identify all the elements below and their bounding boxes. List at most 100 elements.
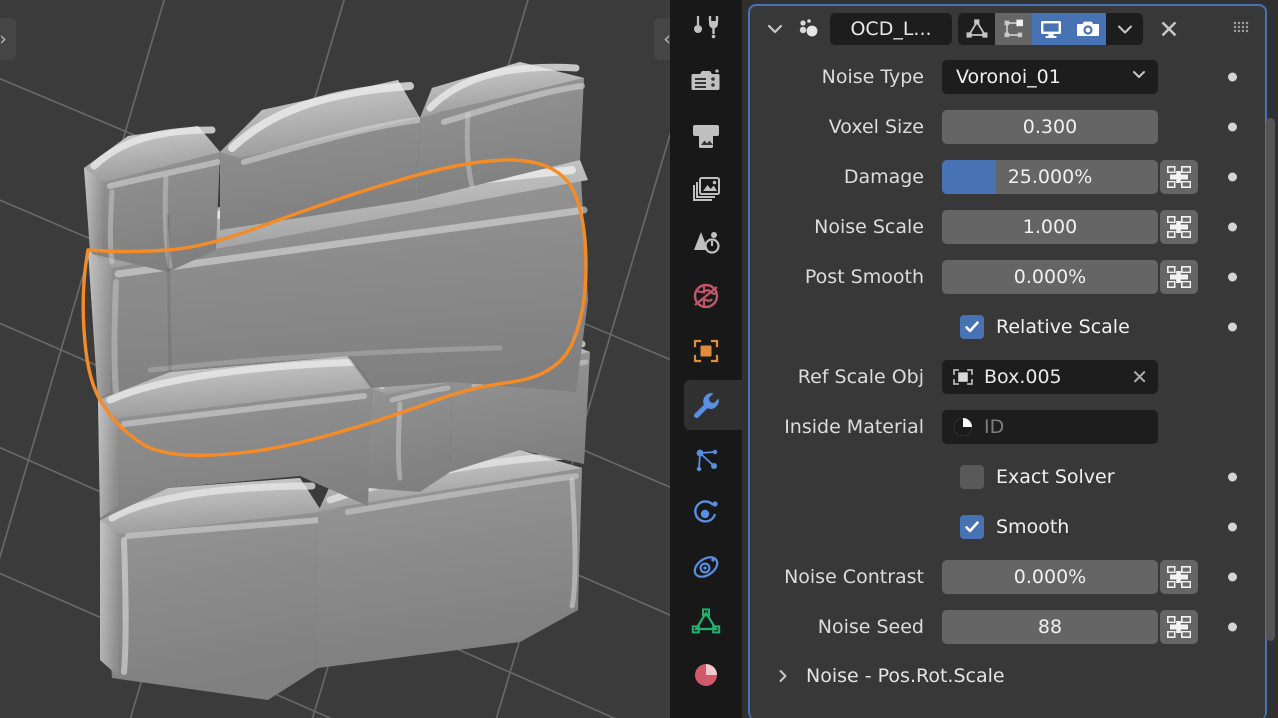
drag-handle-icon[interactable]	[1229, 17, 1253, 41]
object-data-icon	[948, 364, 978, 390]
property-widget-post-smooth: 0.000%	[942, 260, 1198, 294]
modifier-name-field[interactable]: OCD_L...	[830, 13, 952, 45]
property-row-inside-material: Inside Material ID	[750, 402, 1265, 452]
checkbox-exact-solver[interactable]	[960, 465, 984, 489]
property-widget-inside-material: ID	[942, 410, 1158, 444]
tab-modifier[interactable]	[670, 378, 742, 432]
node-input-button-noise-seed[interactable]	[1160, 610, 1198, 644]
properties-editor: OCD_L... ✕ Noise Type Voronoi_01 Voxel S…	[742, 0, 1278, 718]
number-field-noise-seed[interactable]: 88	[942, 610, 1158, 644]
clear-icon[interactable]: ✕	[1131, 367, 1148, 387]
property-row-exact-solver: Exact Solver	[750, 452, 1265, 502]
animate-decorator-dot-post-smooth[interactable]	[1228, 272, 1237, 282]
number-value: 0.000%	[1013, 566, 1087, 588]
id-field-value: ID	[984, 416, 1005, 438]
on-cage-icon[interactable]	[995, 13, 1032, 45]
animate-decorator-dot-noise-contrast[interactable]	[1228, 572, 1237, 582]
id-field-ref-scale-obj[interactable]: Box.005 ✕	[942, 360, 1158, 394]
tab-scene[interactable]	[670, 216, 742, 270]
animate-decorator-dot-noise-seed[interactable]	[1228, 622, 1237, 632]
tab-particles[interactable]	[670, 432, 742, 486]
properties-scrollbar[interactable]	[1266, 118, 1275, 641]
animate-decorator-dot-voxel-size[interactable]	[1228, 122, 1237, 132]
property-row-voxel-size: Voxel Size 0.300	[750, 102, 1265, 152]
tab-constraints[interactable]	[670, 540, 742, 594]
property-row-noise-type: Noise Type Voronoi_01	[750, 52, 1265, 102]
dropdown-noise-type[interactable]: Voronoi_01	[942, 60, 1158, 94]
object-data-icon	[691, 607, 721, 635]
property-widget-damage: 25.000%	[942, 160, 1198, 194]
property-label-noise-scale: Noise Scale	[814, 216, 924, 238]
number-field-post-smooth[interactable]: 0.000%	[942, 260, 1158, 294]
property-row-noise-seed: Noise Seed 88	[750, 602, 1265, 652]
physics-icon	[691, 498, 721, 528]
camera-icon[interactable]	[1069, 13, 1106, 45]
slider-field-damage[interactable]: 25.000%	[942, 160, 1158, 194]
edit-mode-icon[interactable]	[958, 13, 995, 45]
modifier-display-toggles	[958, 13, 1143, 45]
monitor-icon[interactable]	[1032, 13, 1069, 45]
property-widget-voxel-size: 0.300	[942, 110, 1158, 144]
property-row-post-smooth: Post Smooth 0.000%	[750, 252, 1265, 302]
node-input-button-noise-contrast[interactable]	[1160, 560, 1198, 594]
tab-render[interactable]	[670, 54, 742, 108]
property-widget-noise-contrast: 0.000%	[942, 560, 1198, 594]
animate-decorator-dot-exact-solver[interactable]	[1228, 472, 1237, 482]
node-input-button-noise-scale[interactable]	[1160, 210, 1198, 244]
checkbox-label: Smooth	[996, 516, 1070, 538]
animate-decorator-dot-noise-type[interactable]	[1228, 72, 1237, 82]
property-label-voxel-size: Voxel Size	[828, 116, 924, 138]
checkbox-smooth[interactable]	[960, 515, 984, 539]
property-label-damage: Damage	[843, 166, 924, 188]
tab-material[interactable]	[670, 648, 742, 702]
chevron-down-icon[interactable]	[760, 14, 790, 44]
modifier-extras-dropdown[interactable]	[1106, 13, 1143, 45]
output-icon	[691, 120, 721, 150]
tab-tool[interactable]	[670, 0, 742, 54]
tab-object-data[interactable]	[670, 594, 742, 648]
property-label-noise-type: Noise Type	[821, 66, 924, 88]
property-row-smooth: Smooth	[750, 502, 1265, 552]
property-row-noise-contrast: Noise Contrast 0.000%	[750, 552, 1265, 602]
node-input-button-damage[interactable]	[1160, 160, 1198, 194]
node-input-button-post-smooth[interactable]	[1160, 260, 1198, 294]
tab-physics[interactable]	[670, 486, 742, 540]
animate-decorator-dot-smooth[interactable]	[1228, 522, 1237, 532]
animate-decorator-dot-relative-scale[interactable]	[1228, 322, 1237, 332]
tab-view-layer[interactable]	[670, 162, 742, 216]
animate-decorator-dot-damage[interactable]	[1228, 172, 1237, 182]
properties-tab-strip	[670, 0, 742, 718]
tab-output[interactable]	[670, 108, 742, 162]
subpanel-noise-pos-rot-scale[interactable]: Noise - Pos.Rot.Scale	[750, 652, 1265, 700]
number-field-noise-scale[interactable]: 1.000	[942, 210, 1158, 244]
world-icon	[691, 282, 721, 312]
modifier-panel-header: OCD_L... ✕	[750, 6, 1265, 52]
viewport-npanel-expand-arrow[interactable]: ‹	[654, 18, 670, 60]
dropdown-value: Voronoi_01	[956, 66, 1061, 88]
number-field-noise-contrast[interactable]: 0.000%	[942, 560, 1158, 594]
tab-world[interactable]	[670, 270, 742, 324]
close-icon[interactable]: ✕	[1149, 12, 1189, 46]
tool-icon	[690, 12, 722, 42]
tab-object[interactable]	[670, 324, 742, 378]
3d-viewport[interactable]: › ‹	[0, 0, 670, 718]
property-row-relative-scale: Relative Scale	[750, 302, 1265, 352]
modifier-panel: OCD_L... ✕ Noise Type Voronoi_01 Voxel S…	[748, 4, 1267, 718]
id-field-value: Box.005	[984, 366, 1062, 388]
chevron-right-icon	[774, 667, 792, 685]
viewport-sidebar-expand-arrow[interactable]: ›	[0, 18, 16, 60]
animate-decorator-dot-noise-scale[interactable]	[1228, 222, 1237, 232]
id-field-inside-material[interactable]: ID	[942, 410, 1158, 444]
property-row-ref-scale-obj: Ref Scale Obj Box.005 ✕	[750, 352, 1265, 402]
checkbox-label: Relative Scale	[996, 316, 1130, 338]
property-widget-noise-scale: 1.000	[942, 210, 1198, 244]
checkbox-relative-scale[interactable]	[960, 315, 984, 339]
number-value: 1.000	[1022, 216, 1078, 238]
number-value: 0.000%	[1013, 266, 1087, 288]
cell-fracture-icon	[790, 14, 826, 44]
constraints-icon	[691, 552, 721, 582]
number-field-voxel-size[interactable]: 0.300	[942, 110, 1158, 144]
material-icon	[691, 660, 721, 690]
property-widget-ref-scale-obj: Box.005 ✕	[942, 360, 1158, 394]
property-label-inside-material: Inside Material	[784, 416, 924, 438]
